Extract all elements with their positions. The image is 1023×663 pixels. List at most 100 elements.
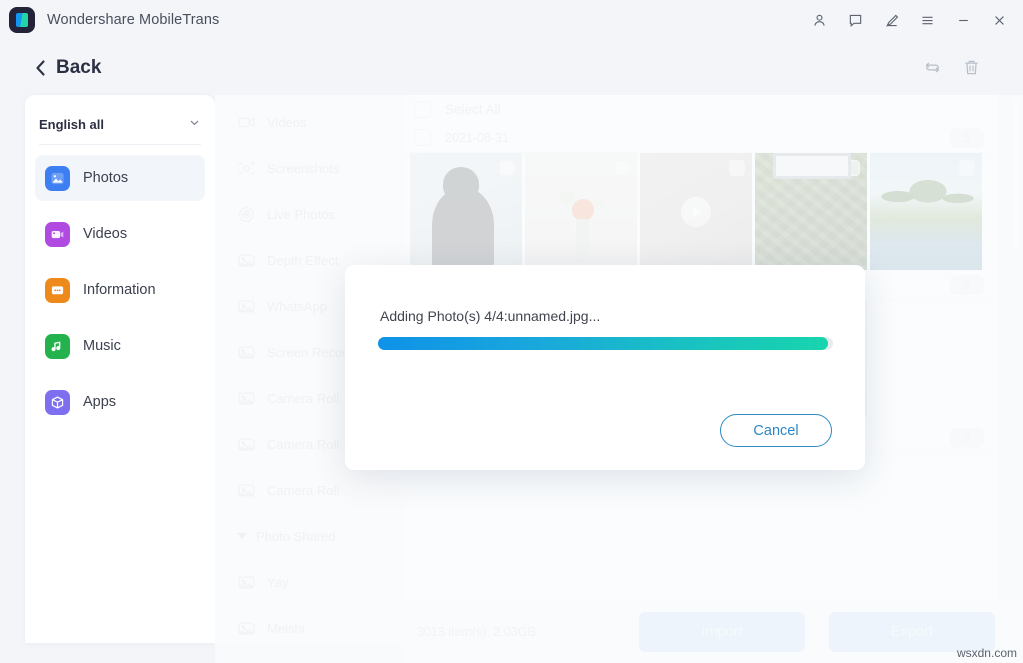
album-group-label: Photo Shared bbox=[256, 528, 336, 544]
refresh-icon[interactable] bbox=[923, 58, 942, 77]
close-icon[interactable] bbox=[983, 5, 1015, 35]
photo-checkbox[interactable] bbox=[844, 160, 860, 176]
screenshot-icon bbox=[237, 159, 256, 178]
photo-icon bbox=[237, 343, 256, 362]
language-selector-label: English all bbox=[39, 117, 105, 132]
date-group-badge: 5 bbox=[950, 127, 984, 148]
album-item-label: Camera Roll bbox=[267, 482, 340, 498]
chevron-down-icon bbox=[188, 116, 201, 134]
album-item[interactable]: Videos bbox=[215, 99, 405, 145]
mobiletrans-logo-icon bbox=[9, 7, 35, 33]
date-group-label: 2021-08-31 bbox=[445, 130, 509, 145]
sidebar-item-music[interactable]: Music bbox=[35, 323, 205, 369]
account-icon[interactable] bbox=[803, 5, 835, 35]
trash-icon[interactable] bbox=[962, 58, 981, 77]
language-selector[interactable]: English all bbox=[39, 105, 201, 145]
photo-icon bbox=[237, 481, 256, 500]
app-title: Wondershare MobileTrans bbox=[47, 12, 220, 28]
video-camera-icon bbox=[237, 113, 256, 132]
application-window: Wondershare MobileTrans Back English all… bbox=[0, 0, 1023, 663]
sidebar-nav: Photos Videos Information Music Apps bbox=[25, 145, 215, 425]
select-all-checkbox[interactable] bbox=[414, 100, 431, 118]
progress-bar-fill bbox=[378, 337, 829, 350]
import-button[interactable]: Import bbox=[639, 611, 805, 652]
photo-icon bbox=[237, 619, 256, 638]
header-toolbar bbox=[923, 58, 1023, 77]
photo-thumbnail[interactable] bbox=[640, 153, 752, 270]
page-header: Back bbox=[0, 40, 1023, 95]
edit-icon[interactable] bbox=[875, 5, 907, 35]
album-item-label: Camera Roll bbox=[267, 436, 340, 452]
photo-icon bbox=[237, 251, 256, 270]
date-group-badge: 9 bbox=[950, 274, 984, 295]
minimize-icon[interactable] bbox=[947, 5, 979, 35]
back-button[interactable]: Back bbox=[34, 57, 101, 79]
photo-checkbox[interactable] bbox=[729, 160, 745, 176]
window-controls bbox=[803, 5, 1023, 35]
sidebar-item-information[interactable]: Information bbox=[35, 267, 205, 313]
information-icon bbox=[45, 277, 70, 303]
date-group-header[interactable]: 2021-08-31 5 bbox=[405, 123, 998, 153]
sidebar-item-label: Videos bbox=[83, 226, 128, 242]
play-icon bbox=[681, 196, 711, 227]
album-item[interactable]: Screenshots bbox=[215, 145, 405, 191]
scrollbar-track[interactable] bbox=[1013, 98, 1019, 588]
sidebar-item-label: Apps bbox=[83, 394, 117, 410]
sidebar-item-label: Information bbox=[83, 282, 156, 298]
album-item-label: Screenshots bbox=[267, 160, 340, 176]
sidebar-item-apps[interactable]: Apps bbox=[35, 379, 205, 425]
photos-icon bbox=[45, 165, 70, 191]
watermark: wsxdn.com bbox=[956, 646, 1017, 660]
album-item-label: Live Photos bbox=[267, 206, 335, 222]
date-group-checkbox[interactable] bbox=[414, 129, 431, 146]
album-item-label: Videos bbox=[267, 114, 307, 130]
item-count-label: 3013 item(s), 2.03GB bbox=[417, 624, 536, 639]
scrollbar-thumb[interactable] bbox=[1013, 98, 1019, 248]
progress-bar-track bbox=[378, 337, 833, 350]
music-icon bbox=[45, 333, 70, 359]
back-label: Back bbox=[56, 56, 102, 78]
date-group-badge: 3 bbox=[950, 427, 984, 448]
album-item[interactable]: Live Photos bbox=[215, 191, 405, 237]
photo-icon bbox=[237, 435, 256, 454]
photo-thumbnail[interactable] bbox=[870, 153, 982, 270]
footer-bar: 3013 item(s), 2.03GB Import Export bbox=[405, 600, 1023, 663]
chevron-left-icon bbox=[36, 59, 45, 76]
videos-icon bbox=[45, 221, 70, 247]
sidebar-item-label: Music bbox=[83, 338, 121, 354]
album-item-label: Meishi bbox=[267, 620, 305, 636]
album-item-label: Depth Effect bbox=[267, 252, 339, 268]
photo-icon bbox=[237, 297, 256, 316]
sidebar-item-photos[interactable]: Photos bbox=[35, 155, 205, 201]
photo-thumbnail[interactable] bbox=[410, 153, 522, 270]
progress-dialog: Adding Photo(s) 4/4:unnamed.jpg... Cance… bbox=[345, 265, 865, 470]
sidebar-item-label: Photos bbox=[83, 170, 129, 186]
apps-icon bbox=[45, 389, 70, 415]
live-photo-icon bbox=[237, 205, 256, 224]
menu-icon[interactable] bbox=[911, 5, 943, 35]
photo-icon bbox=[237, 389, 256, 408]
photo-checkbox[interactable] bbox=[959, 160, 975, 176]
photo-checkbox[interactable] bbox=[499, 160, 515, 176]
photo-thumbnail[interactable] bbox=[755, 153, 867, 270]
sidebar: English all Photos Videos Information Music… bbox=[25, 95, 215, 643]
sidebar-item-videos[interactable]: Videos bbox=[35, 211, 205, 257]
progress-message: Adding Photo(s) 4/4:unnamed.jpg... bbox=[380, 308, 601, 324]
photo-grid bbox=[405, 153, 998, 270]
album-item[interactable]: Yay bbox=[215, 559, 405, 605]
photo-thumbnail[interactable] bbox=[525, 153, 637, 270]
album-item[interactable]: Camera Roll bbox=[215, 467, 405, 513]
photo-icon bbox=[237, 573, 256, 592]
album-item-label: WhatsApp bbox=[267, 298, 327, 314]
album-item[interactable]: Meishi bbox=[215, 605, 405, 643]
album-group-photo-shared[interactable]: Photo Shared bbox=[215, 513, 405, 559]
select-all-row[interactable]: Select All bbox=[405, 95, 998, 123]
album-item-label: Camera Roll bbox=[267, 390, 340, 406]
triangle-down-icon bbox=[237, 533, 247, 539]
cancel-button[interactable]: Cancel bbox=[720, 414, 832, 447]
photo-checkbox[interactable] bbox=[614, 160, 630, 176]
title-bar: Wondershare MobileTrans bbox=[0, 0, 1023, 40]
select-all-label: Select All bbox=[445, 101, 501, 117]
feedback-icon[interactable] bbox=[839, 5, 871, 35]
footer-actions: Import Export bbox=[639, 611, 995, 652]
